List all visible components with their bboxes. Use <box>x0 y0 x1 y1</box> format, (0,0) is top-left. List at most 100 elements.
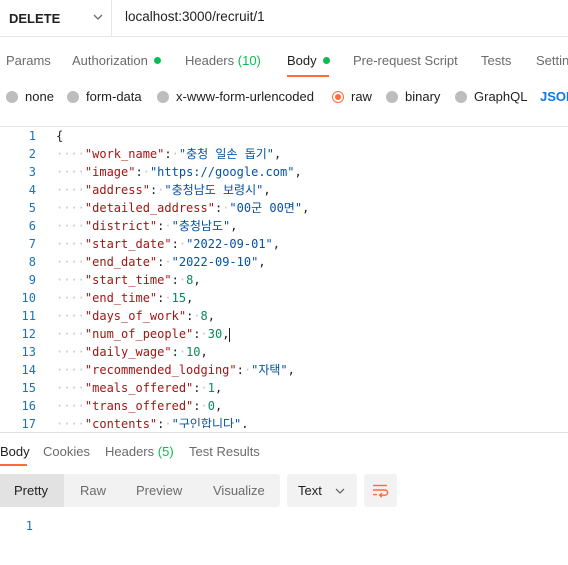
radio-none[interactable]: none <box>6 89 54 104</box>
view-visualize-button[interactable]: Visualize <box>213 474 265 507</box>
line-number: 8 <box>28 255 36 269</box>
tab-tests[interactable]: Tests <box>481 53 511 68</box>
editor-line: 7 ····"start_date":·"2022-09-01", <box>0 235 568 253</box>
wrap-lines-button[interactable] <box>364 474 397 507</box>
json-key: "contents" <box>84 417 158 428</box>
active-tab-indicator <box>287 75 329 77</box>
json-key: "num_of_people" <box>84 327 194 341</box>
radio-binary[interactable]: binary <box>386 89 440 104</box>
line-number: 1 <box>25 519 33 533</box>
tab-label: Headers <box>185 53 235 68</box>
wrap-lines-icon <box>373 484 389 498</box>
response-tabs: Body Cookies Headers (5) Test Results <box>0 440 568 466</box>
json-key: "recommended_lodging" <box>84 363 237 377</box>
radio-x-www-form-urlencoded[interactable]: x-www-form-urlencoded <box>157 89 314 104</box>
json-key: "detailed_address" <box>84 201 215 215</box>
json-key: "image" <box>84 165 136 179</box>
radio-circle <box>157 90 169 103</box>
json-key: "start_date" <box>84 237 172 251</box>
editor-line: 12 ····"num_of_people":·30, <box>0 325 568 343</box>
json-value: "충청 일손 돕기" <box>178 147 274 161</box>
tab-params[interactable]: Params <box>6 53 51 68</box>
view-raw-button[interactable]: Raw <box>80 474 106 507</box>
line-number: 4 <box>28 183 36 197</box>
response-tab-test-results[interactable]: Test Results <box>189 444 260 459</box>
line-number: 1 <box>28 129 36 143</box>
line-number: 3 <box>28 165 36 179</box>
pane-divider[interactable] <box>0 432 568 433</box>
response-tab-cookies[interactable]: Cookies <box>43 444 90 459</box>
radio-form-data[interactable]: form-data <box>67 89 142 104</box>
line-number: 16 <box>21 399 36 413</box>
json-value: "2022-09-01" <box>186 237 273 251</box>
tab-label: Body <box>287 53 317 68</box>
json-value: "00군 00면" <box>229 201 303 215</box>
view-mode-group: Pretty Raw Preview Visualize <box>0 474 280 507</box>
tab-count: (5) <box>157 444 174 459</box>
json-key: "trans_offered" <box>84 399 194 413</box>
json-key: "work_name" <box>84 147 165 161</box>
editor-line: 13 ····"daily_wage":·10, <box>0 343 568 361</box>
response-toolbar: Pretty Raw Preview Visualize Text <box>0 474 568 507</box>
radio-circle <box>67 90 79 103</box>
line-number: 12 <box>21 327 36 341</box>
radio-label: form-data <box>86 89 142 104</box>
editor-line: 16 ····"trans_offered":·0, <box>0 397 568 415</box>
status-dot <box>153 57 161 64</box>
line-number: 7 <box>28 237 36 251</box>
active-tab-indicator <box>0 464 27 466</box>
json-key: "end_time" <box>84 291 158 305</box>
radio-label: GraphQL <box>474 89 528 104</box>
json-value: "자택" <box>251 363 288 377</box>
editor-line: 5 ····"detailed_address":·"00군 00면", <box>0 199 568 217</box>
tab-label: Pre-request Script <box>353 53 458 68</box>
chevron-down-icon <box>93 14 103 20</box>
editor-line: 9 ····"start_time":·8, <box>0 271 568 289</box>
response-tab-body[interactable]: Body <box>0 444 30 459</box>
editor-line: 10 ····"end_time":·15, <box>0 289 568 307</box>
line-number: 9 <box>28 273 36 287</box>
radio-raw[interactable]: raw <box>332 89 372 104</box>
tab-label: Settin <box>536 53 568 68</box>
line-number: 15 <box>21 381 36 395</box>
raw-language-select[interactable]: JSON <box>540 89 568 104</box>
editor-line: 4 ····"address":·"충청남도 보령시", <box>0 181 568 199</box>
view-pretty-button[interactable]: Pretty <box>0 474 64 507</box>
tab-pre-request-script[interactable]: Pre-request Script <box>353 53 458 68</box>
tab-authorization[interactable]: Authorization <box>72 53 161 68</box>
editor-line: 6 ····"district":·"충청남도", <box>0 217 568 235</box>
line-number: 13 <box>21 345 36 359</box>
json-value: "충청남도 보령시" <box>164 183 264 197</box>
response-tab-headers[interactable]: Headers (5) <box>105 444 174 459</box>
tab-settings[interactable]: Settin <box>536 53 568 68</box>
url-input[interactable]: localhost:3000/recruit/1 <box>125 9 265 24</box>
chevron-down-icon <box>335 488 345 494</box>
json-key: "address" <box>84 183 150 197</box>
view-preview-button[interactable]: Preview <box>136 474 182 507</box>
json-key: "start_time" <box>84 273 172 287</box>
line-number: 11 <box>21 309 36 323</box>
json-key: "meals_offered" <box>84 381 194 395</box>
request-tabs: Params Authorization Headers (10) Body P… <box>0 43 568 79</box>
json-value: "2022-09-10" <box>171 255 259 269</box>
radio-circle <box>455 90 467 103</box>
json-value: 15 <box>171 291 187 305</box>
response-body[interactable]: 1 <box>0 517 100 535</box>
radio-graphql[interactable]: GraphQL <box>455 89 527 104</box>
json-value: "https://google.com" <box>149 165 295 179</box>
tab-label: Tests <box>481 53 512 68</box>
request-body-editor[interactable]: 1{ 2 ····"work_name":·"충청 일손 돕기", 3 ····"i… <box>0 127 568 428</box>
tab-label: Headers <box>105 444 155 459</box>
method-select[interactable]: DELETE <box>0 0 112 36</box>
editor-line: 8 ····"end_date":·"2022-09-10", <box>0 253 568 271</box>
line-number: 5 <box>28 201 36 215</box>
response-format-select[interactable]: Text <box>287 474 357 507</box>
json-key: "days_of_work" <box>84 309 187 323</box>
json-value: "충청남도" <box>171 219 231 233</box>
json-value: 0 <box>207 399 215 413</box>
line-number: 10 <box>21 291 36 305</box>
tab-headers[interactable]: Headers (10) <box>185 53 261 68</box>
tab-count: (10) <box>237 53 261 68</box>
tab-body[interactable]: Body <box>287 53 330 68</box>
line-number: 17 <box>21 417 36 428</box>
